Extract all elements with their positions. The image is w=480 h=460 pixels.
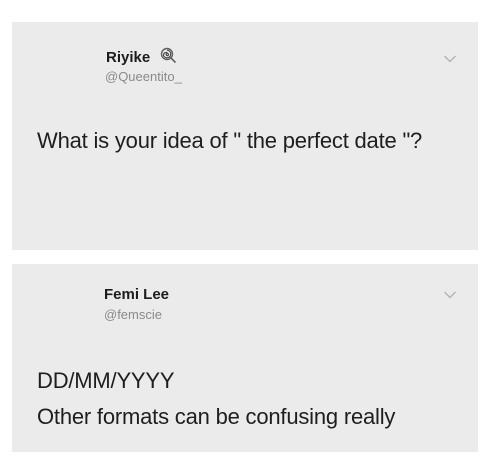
- tweet-card[interactable]: Riyike @Queentito_ What is your idea of …: [12, 22, 478, 250]
- tweet-text-line: Other formats can be confusing really: [37, 404, 396, 429]
- avatar[interactable]: [25, 278, 81, 334]
- tweet-text-line: DD/MM/YYYY: [37, 368, 175, 393]
- username[interactable]: @Queentito_: [105, 69, 182, 84]
- display-name[interactable]: Femi Lee: [104, 286, 169, 303]
- avatar[interactable]: [25, 44, 81, 100]
- chevron-down-icon[interactable]: [443, 290, 457, 300]
- screenshot: Riyike @Queentito_ What is your idea of …: [0, 0, 480, 460]
- tweet-text: What is your idea of " the perfect date …: [37, 128, 423, 153]
- chevron-down-icon[interactable]: [443, 54, 457, 64]
- tweet-card[interactable]: Femi Lee @femscie DD/MM/YYYY Other forma…: [12, 264, 478, 452]
- display-name[interactable]: Riyike: [106, 49, 150, 66]
- lollipop-icon: [160, 47, 176, 63]
- username[interactable]: @femscie: [104, 307, 162, 322]
